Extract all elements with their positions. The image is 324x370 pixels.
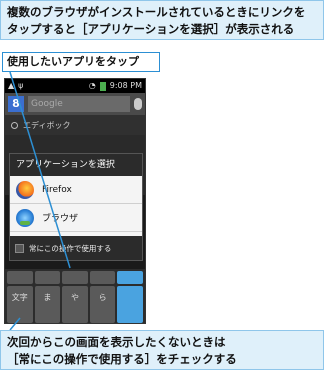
- key[interactable]: ま: [34, 286, 61, 323]
- status-time: 9:08 PM: [109, 81, 142, 90]
- top-caption-line1: 複数のブラウザがインストールされているときにリンクを: [7, 5, 306, 19]
- app-label: Firefox: [42, 184, 72, 195]
- key[interactable]: [7, 271, 33, 284]
- mic-icon[interactable]: [134, 98, 142, 110]
- app-option-browser[interactable]: ブラウザ: [10, 204, 142, 232]
- search-bar[interactable]: 8 Google: [5, 93, 145, 115]
- firefox-icon: [16, 180, 34, 199]
- callout-label: 使用したいアプリをタップ: [2, 52, 160, 72]
- key[interactable]: [89, 271, 116, 284]
- status-bar: ▲ ψ ◔ 9:08 PM: [5, 79, 145, 93]
- battery-icon: [99, 81, 106, 91]
- app-option-firefox[interactable]: Firefox: [10, 176, 142, 204]
- usb-icon: ψ: [18, 81, 24, 90]
- bottom-caption-line1: 次回からこの画面を表示したくないときは: [7, 335, 226, 349]
- top-caption-line2: タップすると［アプリケーションを選択］が表示される: [7, 22, 295, 36]
- top-caption: 複数のブラウザがインストールされているときにリンクを タップすると［アプリケーシ…: [0, 0, 324, 40]
- key[interactable]: ら: [89, 286, 116, 323]
- always-use-label: 常にこの操作で使用する: [29, 243, 112, 253]
- warning-icon: ▲: [8, 81, 15, 90]
- key[interactable]: [62, 271, 88, 284]
- suggestion-text: エディボック: [23, 120, 71, 130]
- key[interactable]: [34, 271, 61, 284]
- key[interactable]: や: [62, 286, 88, 323]
- key[interactable]: [117, 286, 143, 323]
- always-use-checkbox[interactable]: [15, 243, 24, 253]
- always-use-row[interactable]: 常にこの操作で使用する: [10, 236, 142, 260]
- key[interactable]: 文字: [7, 286, 33, 323]
- google-icon: 8: [8, 96, 24, 112]
- app-chooser-dialog: アプリケーションを選択 Firefox ブラウザ 常にこの操作で使用する: [9, 153, 143, 261]
- search-input[interactable]: Google: [28, 96, 130, 112]
- browser-icon: [16, 208, 34, 227]
- search-icon: [11, 121, 18, 129]
- app-label: ブラウザ: [42, 214, 79, 224]
- phone-screenshot: ▲ ψ ◔ 9:08 PM 8 Google エディボック アプリケーションを選…: [4, 78, 146, 324]
- key[interactable]: [117, 271, 143, 284]
- dialog-title: アプリケーションを選択: [10, 154, 142, 176]
- keyboard: 文字 ま や ら: [5, 269, 145, 323]
- wifi-icon: ◔: [88, 81, 96, 90]
- search-suggestion[interactable]: エディボック: [5, 115, 145, 135]
- bottom-caption: 次回からこの画面を表示したくないときは ［常にこの操作で使用する］をチェックする: [0, 330, 324, 370]
- bottom-caption-line2: ［常にこの操作で使用する］をチェックする: [7, 352, 237, 366]
